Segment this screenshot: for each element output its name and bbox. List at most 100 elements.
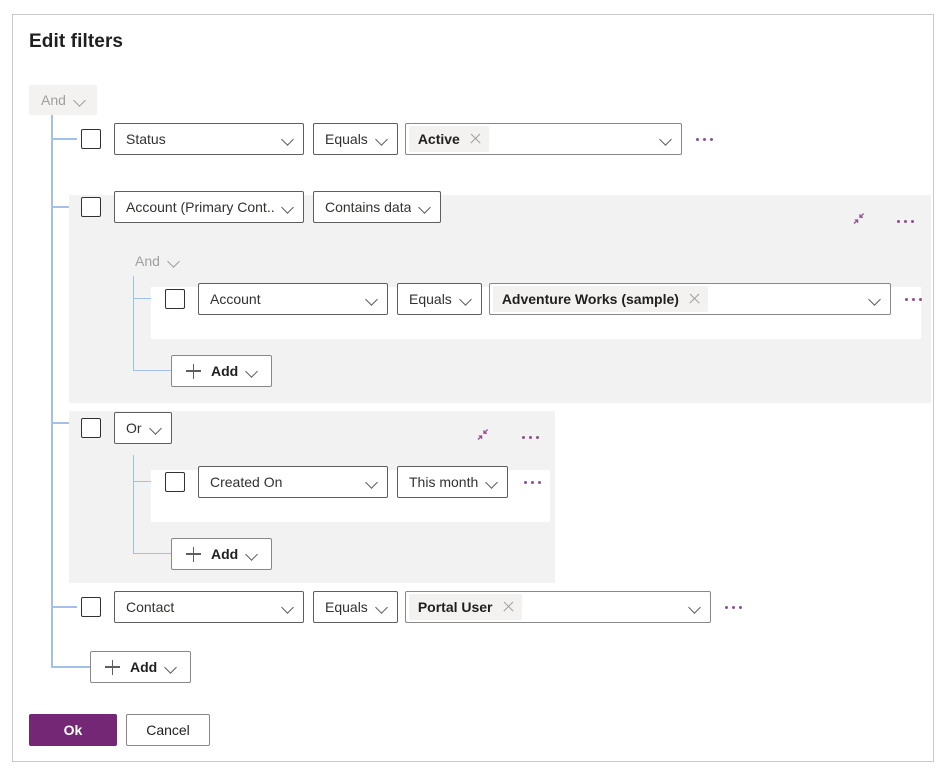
group-more-menu-button[interactable]: [890, 211, 920, 231]
tree-branch-line: [51, 606, 77, 608]
root-logic-label: And: [41, 92, 66, 108]
chevron-down-icon: [660, 135, 673, 143]
chevron-down-icon: [282, 603, 295, 611]
operator-dropdown-value: Equals: [325, 131, 368, 147]
chevron-down-icon: [74, 96, 87, 104]
value-pill-label: Portal User: [418, 599, 493, 615]
chevron-down-icon: [869, 295, 882, 303]
tree-branch-line: [51, 666, 91, 668]
row-checkbox[interactable]: [81, 129, 101, 149]
value-pill: Active: [409, 126, 489, 152]
value-field[interactable]: Portal User: [405, 591, 711, 623]
filter-row-created-on: Created On This month: [165, 466, 547, 498]
field-dropdown[interactable]: Account: [198, 283, 388, 315]
row-more-menu-button[interactable]: [690, 129, 720, 149]
field-dropdown[interactable]: Status: [114, 123, 304, 155]
field-dropdown-value: Account: [210, 291, 358, 307]
field-dropdown[interactable]: Created On: [198, 466, 388, 498]
chevron-down-icon: [419, 203, 432, 211]
operator-dropdown[interactable]: Equals: [313, 591, 398, 623]
filter-row-account: Account Equals Adventure Works (sample): [165, 283, 929, 315]
operator-dropdown[interactable]: Equals: [313, 123, 398, 155]
chevron-down-icon: [282, 203, 295, 211]
group-logic-chip[interactable]: And: [123, 246, 191, 276]
tree-trunk-line: [51, 115, 53, 667]
chevron-down-icon: [246, 367, 259, 375]
group-logic-dropdown-or[interactable]: Or: [114, 412, 172, 444]
row-more-menu-button[interactable]: [719, 597, 749, 617]
chevron-down-icon: [486, 478, 499, 486]
group-logic-label: And: [135, 253, 160, 269]
tree-branch-line: [133, 370, 173, 371]
group-collapse-button[interactable]: [851, 211, 871, 231]
operator-dropdown[interactable]: Contains data: [313, 191, 441, 223]
group-checkbox[interactable]: [81, 418, 101, 438]
field-dropdown[interactable]: Contact: [114, 591, 304, 623]
add-button-account-group[interactable]: Add: [171, 355, 272, 387]
operator-dropdown-value: Contains data: [325, 199, 411, 215]
group-collapse-button[interactable]: [475, 427, 495, 447]
filter-row-contact: Contact Equals Portal User: [81, 591, 749, 623]
plus-icon: [186, 364, 201, 379]
field-dropdown[interactable]: Account (Primary Cont...: [114, 191, 304, 223]
value-pill: Adventure Works (sample): [493, 286, 708, 312]
add-button-label: Add: [211, 546, 238, 562]
close-icon[interactable]: [688, 292, 702, 306]
group-logic-label: Or: [126, 420, 142, 436]
tree-branch-line: [133, 553, 173, 554]
field-dropdown-value: Created On: [210, 474, 358, 490]
chevron-down-icon: [165, 663, 178, 671]
field-dropdown-value: Account (Primary Cont...: [126, 199, 274, 215]
plus-icon: [186, 547, 201, 562]
operator-dropdown-value: Equals: [409, 291, 452, 307]
row-more-menu-button[interactable]: [899, 289, 929, 309]
field-dropdown-value: Contact: [126, 599, 274, 615]
group-more-menu-button[interactable]: [515, 427, 545, 447]
chevron-down-icon: [282, 135, 295, 143]
close-icon[interactable]: [502, 600, 516, 614]
chevron-down-icon: [460, 295, 473, 303]
group-logic-operator-and[interactable]: And: [123, 246, 191, 276]
value-pill-label: Adventure Works (sample): [502, 291, 679, 307]
row-checkbox[interactable]: [165, 289, 185, 309]
operator-dropdown-value: Equals: [325, 599, 368, 615]
close-icon[interactable]: [469, 132, 483, 146]
add-button-label: Add: [130, 659, 157, 675]
operator-dropdown[interactable]: This month: [397, 466, 508, 498]
field-dropdown-value: Status: [126, 131, 274, 147]
collapse-arrows-icon: [475, 427, 495, 447]
add-button-or-group[interactable]: Add: [171, 538, 272, 570]
chevron-down-icon: [366, 295, 379, 303]
chevron-down-icon: [376, 135, 389, 143]
value-field[interactable]: Active: [405, 123, 682, 155]
add-button-label: Add: [211, 363, 238, 379]
row-checkbox[interactable]: [81, 597, 101, 617]
ok-button[interactable]: Ok: [29, 714, 117, 746]
page-title: Edit filters: [29, 31, 123, 53]
filter-group-header-account: Account (Primary Cont... Contains data: [81, 191, 441, 223]
chevron-down-icon: [689, 603, 702, 611]
operator-dropdown-value: This month: [409, 474, 478, 490]
chevron-down-icon: [246, 550, 259, 558]
cancel-button[interactable]: Cancel: [126, 714, 210, 746]
row-more-menu-button[interactable]: [517, 472, 547, 492]
value-pill-label: Active: [418, 131, 460, 147]
operator-dropdown[interactable]: Equals: [397, 283, 482, 315]
root-logic-operator[interactable]: And: [29, 85, 97, 115]
value-field[interactable]: Adventure Works (sample): [489, 283, 891, 315]
plus-icon: [105, 660, 120, 675]
chevron-down-icon: [366, 478, 379, 486]
root-logic-chip[interactable]: And: [29, 85, 97, 115]
tree-branch-line: [51, 138, 77, 140]
tree-trunk-line: [133, 276, 134, 371]
group-checkbox[interactable]: [81, 197, 101, 217]
edit-filters-dialog: Edit filters And Status Equals Active: [12, 14, 934, 762]
chevron-down-icon: [150, 424, 163, 432]
collapse-arrows-icon: [851, 211, 871, 231]
chevron-down-icon: [168, 257, 181, 265]
tree-trunk-line: [133, 455, 134, 554]
chevron-down-icon: [376, 603, 389, 611]
add-button-root[interactable]: Add: [90, 651, 191, 683]
value-pill: Portal User: [409, 594, 522, 620]
row-checkbox[interactable]: [165, 472, 185, 492]
